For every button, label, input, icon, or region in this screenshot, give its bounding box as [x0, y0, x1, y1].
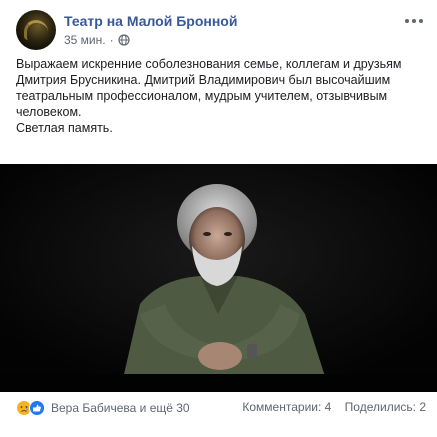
meta-separator: ·	[109, 33, 114, 47]
more-options-icon[interactable]	[404, 14, 424, 28]
post-text-line: человеком.	[16, 105, 82, 119]
post-meta: 35 мин. ·	[64, 33, 130, 47]
post-text-line: театральным профессионалом, мудрым учите…	[16, 89, 388, 103]
post-photo[interactable]	[0, 164, 437, 392]
post-text-line: Дмитрия Брусникина. Дмитрий Владимирович…	[16, 73, 391, 87]
post-text-line: Выражаем искренние соболезнования семье,…	[16, 57, 402, 71]
comments-count-link[interactable]: Комментарии: 4	[242, 400, 331, 414]
globe-icon[interactable]	[118, 34, 130, 46]
facebook-post: Театр на Малой Бронной 35 мин. · Выражае…	[0, 0, 437, 437]
post-time[interactable]: 35 мин.	[64, 33, 106, 47]
shares-count-link[interactable]: Поделились: 2	[345, 400, 426, 414]
post-text: Выражаем искренние соболезнования семье,…	[16, 56, 426, 136]
theater-logo-icon	[24, 20, 48, 40]
reactors-text: Вера Бабичева и ещё 30	[51, 401, 190, 415]
page-name-link[interactable]: Театр на Малой Бронной	[64, 13, 237, 29]
post-stats: Комментарии: 4 Поделились: 2	[242, 400, 426, 414]
portrait-photo	[0, 164, 437, 392]
like-reaction-icon	[29, 400, 45, 416]
post-text-line: Светлая память.	[16, 121, 113, 135]
post-footer: Вера Бабичева и ещё 30 Комментарии: 4 По…	[16, 400, 426, 420]
post-header: Театр на Малой Бронной 35 мин. ·	[16, 10, 426, 54]
page-avatar[interactable]	[16, 10, 56, 50]
reactions-summary[interactable]: Вера Бабичева и ещё 30	[16, 400, 190, 416]
